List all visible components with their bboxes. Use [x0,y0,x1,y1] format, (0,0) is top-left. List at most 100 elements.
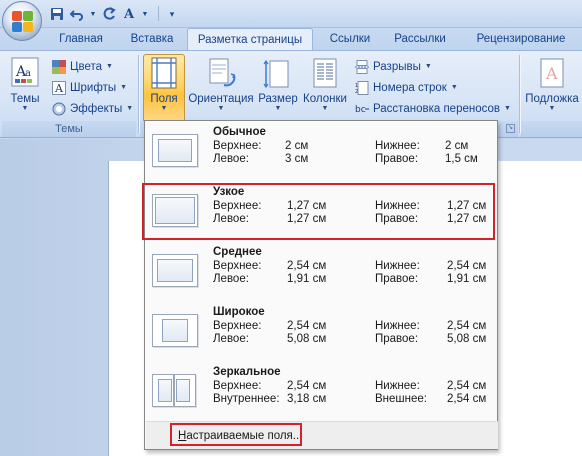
top-value: 2,54 см [287,320,327,332]
margins-option-wide[interactable]: Широкое Верхнее: 2,54 см Нижнее: 2,54 см… [145,301,497,361]
bottom-label: Нижнее: [375,140,420,152]
themes-button[interactable]: Aa Темы ▼ [4,55,46,117]
option-name: Обычное [213,126,266,138]
chevron-down-icon: ▼ [424,63,432,70]
format-dropdown-icon[interactable]: ▼ [136,5,154,23]
theme-colors-button[interactable]: Цвета ▼ [52,58,113,76]
chevron-down-icon: ▼ [217,105,225,112]
outside-label: Внешнее: [375,393,427,405]
page-setup-dialog-launcher-icon[interactable]: ↘ [506,124,515,133]
tab-mailings[interactable]: Рассылки [388,28,452,50]
left-value: 3 см [285,153,309,165]
breaks-icon [355,60,369,74]
orientation-label: Ориентация [188,93,254,105]
office-button[interactable] [2,1,42,41]
themes-icon: Aa [10,57,40,89]
svg-text:2: 2 [355,89,358,95]
group-separator [138,55,139,133]
left-value: 1,91 см [287,273,327,285]
left-label: Левое: [213,333,249,345]
left-label: Левое: [213,273,249,285]
page-background-group-label [521,121,582,137]
top-value: 2 см [285,140,309,152]
margins-option-moderate[interactable]: Среднее Верхнее: 2,54 см Нижнее: 2,54 см… [145,241,497,301]
bottom-value: 2,54 см [447,320,487,332]
effects-icon [52,102,66,116]
chevron-down-icon: ▼ [450,84,458,91]
group-separator [519,55,520,133]
svg-text:bc: bc [355,105,366,115]
tab-home[interactable]: Главная [48,28,114,50]
right-label: Правое: [375,333,419,345]
option-name: Зеркальное [213,366,281,378]
margins-button[interactable]: Поля ▼ [143,54,185,124]
svg-text:a: a [25,68,31,79]
option-name: Широкое [213,306,265,318]
margins-menu: Обычное Верхнее: 2 см Нижнее: 2 см Левое… [144,120,498,450]
bottom-label: Нижнее: [375,260,420,272]
size-icon [263,57,293,89]
size-label: Размер [258,93,298,105]
chevron-down-icon: ▼ [504,105,511,112]
right-label: Правое: [375,273,419,285]
top-label: Верхнее: [213,260,262,272]
bottom-value: 2,54 см [447,260,487,272]
margins-normal-preview-icon [152,134,198,167]
orientation-icon [206,57,236,89]
theme-effects-button[interactable]: Эффекты ▼ [52,100,133,118]
line-numbers-label: Номера строк [373,82,447,94]
inside-value: 3,18 см [287,393,327,405]
top-label: Верхнее: [213,380,262,392]
margins-icon [151,57,177,89]
breaks-button[interactable]: Разрывы ▼ [355,58,432,76]
chevron-down-icon: ▼ [126,105,134,112]
tab-page-layout[interactable]: Разметка страницы [187,28,313,51]
line-numbers-icon: 12 [355,81,369,95]
top-label: Верхнее: [213,140,262,152]
themes-button-label: Темы [10,93,40,105]
bottom-label: Нижнее: [375,380,420,392]
themes-group-label: Темы [2,121,136,137]
margins-wide-preview-icon [152,314,198,347]
theme-colors-label: Цвета [70,61,103,73]
chevron-down-icon: ▼ [160,105,168,112]
customize-quick-access-icon[interactable]: ▾ [163,5,181,23]
top-value: 2,54 см [287,380,327,392]
top-label: Верхнее: [213,320,262,332]
redo-icon[interactable] [100,5,118,23]
bottom-value: 2 см [445,140,469,152]
hyphenation-label: Расстановка переносов [373,103,500,115]
watermark-label: Подложка [525,93,579,105]
orientation-button[interactable]: Ориентация ▼ [187,55,255,117]
tab-references[interactable]: Ссылки [320,28,380,50]
tab-review[interactable]: Рецензирование [466,28,576,50]
line-numbers-button[interactable]: 12 Номера строк ▼ [355,79,458,97]
margins-label: Поля [150,93,178,105]
columns-button[interactable]: Колонки ▼ [301,55,349,117]
margins-mirrored-preview-icon [152,374,174,407]
watermark-icon: A [537,57,567,89]
watermark-button[interactable]: A Подложка ▼ [523,55,581,117]
breaks-label: Разрывы [373,61,421,73]
inside-label: Внутреннее: [213,393,280,405]
hyphenation-icon: bc [355,102,369,116]
hyphenation-button[interactable]: bc Расстановка переносов ▼ [355,100,511,118]
margins-option-normal[interactable]: Обычное Верхнее: 2 см Нижнее: 2 см Левое… [145,121,497,181]
left-value: 5,08 см [287,333,327,345]
theme-fonts-button[interactable]: A Шрифты ▼ [52,79,127,97]
chevron-down-icon: ▼ [21,105,29,112]
theme-fonts-label: Шрифты [70,82,117,94]
ribbon-tabs: Главная Вставка Разметка страницы Ссылки… [0,28,582,51]
margins-option-mirrored[interactable]: Зеркальное Верхнее: 2,54 см Нижнее: 2,54… [145,361,497,421]
columns-label: Колонки [303,93,347,105]
size-button[interactable]: Размер ▼ [257,55,299,117]
margins-moderate-preview-icon [152,254,198,287]
right-label: Правое: [375,153,419,165]
margins-mirrored-preview-icon [174,374,196,407]
narrow-option-highlight [142,183,495,240]
office-logo-icon [12,11,34,33]
tab-insert[interactable]: Вставка [120,28,184,50]
chevron-down-icon: ▼ [321,105,329,112]
save-icon[interactable] [48,5,66,23]
theme-effects-label: Эффекты [70,103,123,115]
